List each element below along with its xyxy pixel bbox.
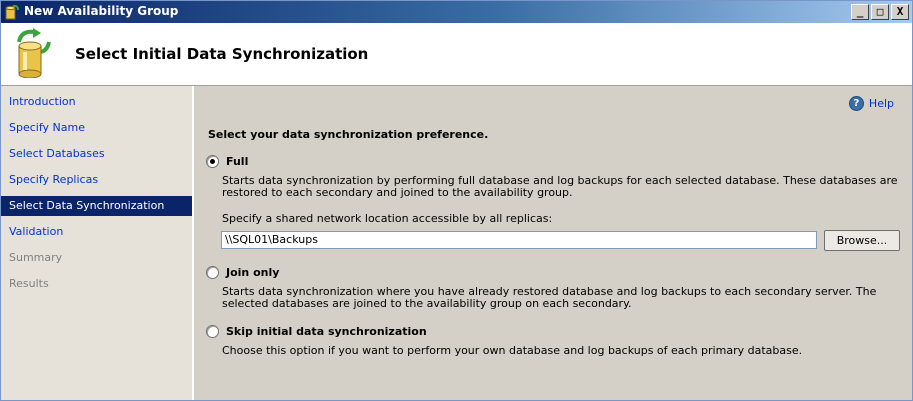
page-title: Select Initial Data Synchronization [75,45,369,63]
join-only-option[interactable]: Join only [206,266,279,279]
wizard-window: New Availability Group _ □ X Select Init… [0,0,913,401]
full-option[interactable]: Full [206,155,248,168]
wizard-nav: Introduction Specify Name Select Databas… [1,86,194,400]
window-controls: _ □ X [851,4,909,20]
share-location-label: Specify a shared network location access… [222,212,553,225]
help-link[interactable]: ? Help [848,96,894,111]
skip-sync-option-label[interactable]: Skip initial data synchronization [226,325,427,338]
nav-item-specify-name[interactable]: Specify Name [1,118,192,138]
nav-item-validation[interactable]: Validation [1,222,192,242]
page-header: Select Initial Data Synchronization [1,23,912,86]
full-option-description: Starts data synchronization by performin… [222,174,898,199]
main-panel: ? Help Select your data synchronization … [195,86,912,400]
title-bar[interactable]: New Availability Group _ □ X [1,1,912,23]
skip-sync-option[interactable]: Skip initial data synchronization [206,325,427,338]
skip-sync-radio[interactable] [206,325,219,338]
sync-preference-prompt: Select your data synchronization prefere… [208,128,489,141]
help-label: Help [868,97,894,110]
full-option-label[interactable]: Full [226,155,248,168]
close-button[interactable]: X [891,4,909,20]
browse-button[interactable]: Browse... [824,230,900,251]
join-only-option-label[interactable]: Join only [226,266,279,279]
maximize-button[interactable]: □ [871,4,889,20]
nav-item-introduction[interactable]: Introduction [1,92,192,112]
help-icon: ? [848,96,864,111]
join-only-option-description: Starts data synchronization where you ha… [222,285,877,310]
nav-item-summary: Summary [9,251,63,264]
nav-item-select-data-synchronization[interactable]: Select Data Synchronization [1,196,192,216]
nav-item-results: Results [9,277,49,290]
skip-sync-option-description: Choose this option if you want to perfor… [222,344,803,357]
window-title: New Availability Group [24,4,179,18]
availability-group-icon [5,4,19,20]
join-only-radio[interactable] [206,266,219,279]
nav-item-select-databases[interactable]: Select Databases [1,144,192,164]
database-sync-icon [17,28,51,78]
minimize-button[interactable]: _ [851,4,869,20]
full-radio[interactable] [206,155,219,168]
share-path-input[interactable]: \\SQL01\Backups [221,231,817,249]
nav-item-specify-replicas[interactable]: Specify Replicas [1,170,192,190]
